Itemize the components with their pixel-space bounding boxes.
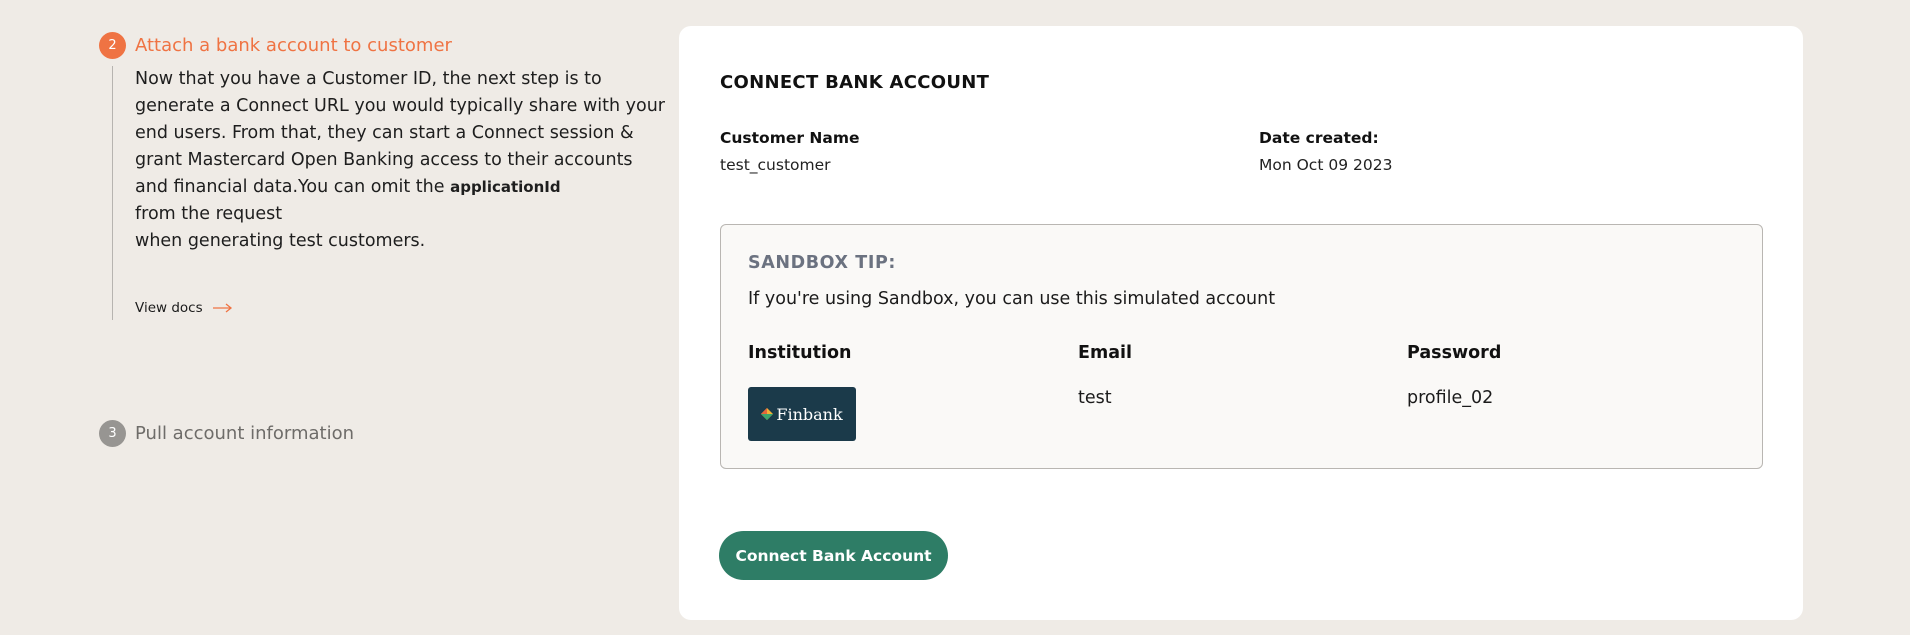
description-text-2: from the request [135, 204, 283, 224]
connect-bank-card: CONNECT BANK ACCOUNT Customer Name test_… [679, 26, 1803, 620]
connect-bank-account-button[interactable]: Connect Bank Account [719, 531, 948, 580]
step-body: Now that you have a Customer ID, the nex… [112, 66, 665, 320]
step-description: Now that you have a Customer ID, the nex… [135, 66, 665, 255]
code-snippet: applicationId [450, 178, 561, 196]
description-text-3: when generating test customers. [135, 231, 426, 251]
view-docs-link[interactable]: View docs [135, 300, 233, 316]
step-header: 2 Attach a bank account to customer [99, 31, 659, 59]
finbank-logo-text: Finbank [776, 404, 843, 424]
steps-list: 2 Attach a bank account to customer Now … [99, 31, 665, 447]
arrow-right-icon [212, 303, 232, 313]
finbank-diamond-icon [761, 408, 774, 420]
institution-header: Institution [748, 343, 852, 363]
view-docs-label: View docs [135, 300, 203, 316]
sandbox-tip-text: If you're using Sandbox, you can use thi… [748, 289, 1276, 309]
date-created-label: Date created: [1259, 129, 1379, 147]
finbank-logo: Finbank [748, 387, 856, 441]
email-header: Email [1078, 343, 1132, 363]
step-title: Pull account information [135, 422, 354, 444]
page: 2 Attach a bank account to customer Now … [0, 0, 1910, 635]
password-header: Password [1407, 343, 1502, 363]
customer-name-value: test_customer [720, 156, 831, 174]
description-text: Now that you have a Customer ID, the nex… [135, 69, 665, 197]
email-value: test [1078, 388, 1112, 408]
step-title: Attach a bank account to customer [135, 34, 452, 56]
step-3[interactable]: 3 Pull account information [99, 419, 354, 447]
card-title: CONNECT BANK ACCOUNT [720, 72, 990, 93]
sandbox-tip-title: SANDBOX TIP: [748, 253, 896, 273]
step-header: 3 Pull account information [99, 419, 354, 447]
step-number-badge: 2 [99, 31, 126, 59]
date-created-value: Mon Oct 09 2023 [1259, 156, 1393, 174]
step-number-badge: 3 [99, 419, 126, 447]
password-value: profile_02 [1407, 388, 1494, 408]
customer-name-label: Customer Name [720, 129, 860, 147]
step-2: 2 Attach a bank account to customer Now … [99, 31, 665, 320]
sandbox-tip-box: SANDBOX TIP: If you're using Sandbox, yo… [720, 224, 1763, 469]
